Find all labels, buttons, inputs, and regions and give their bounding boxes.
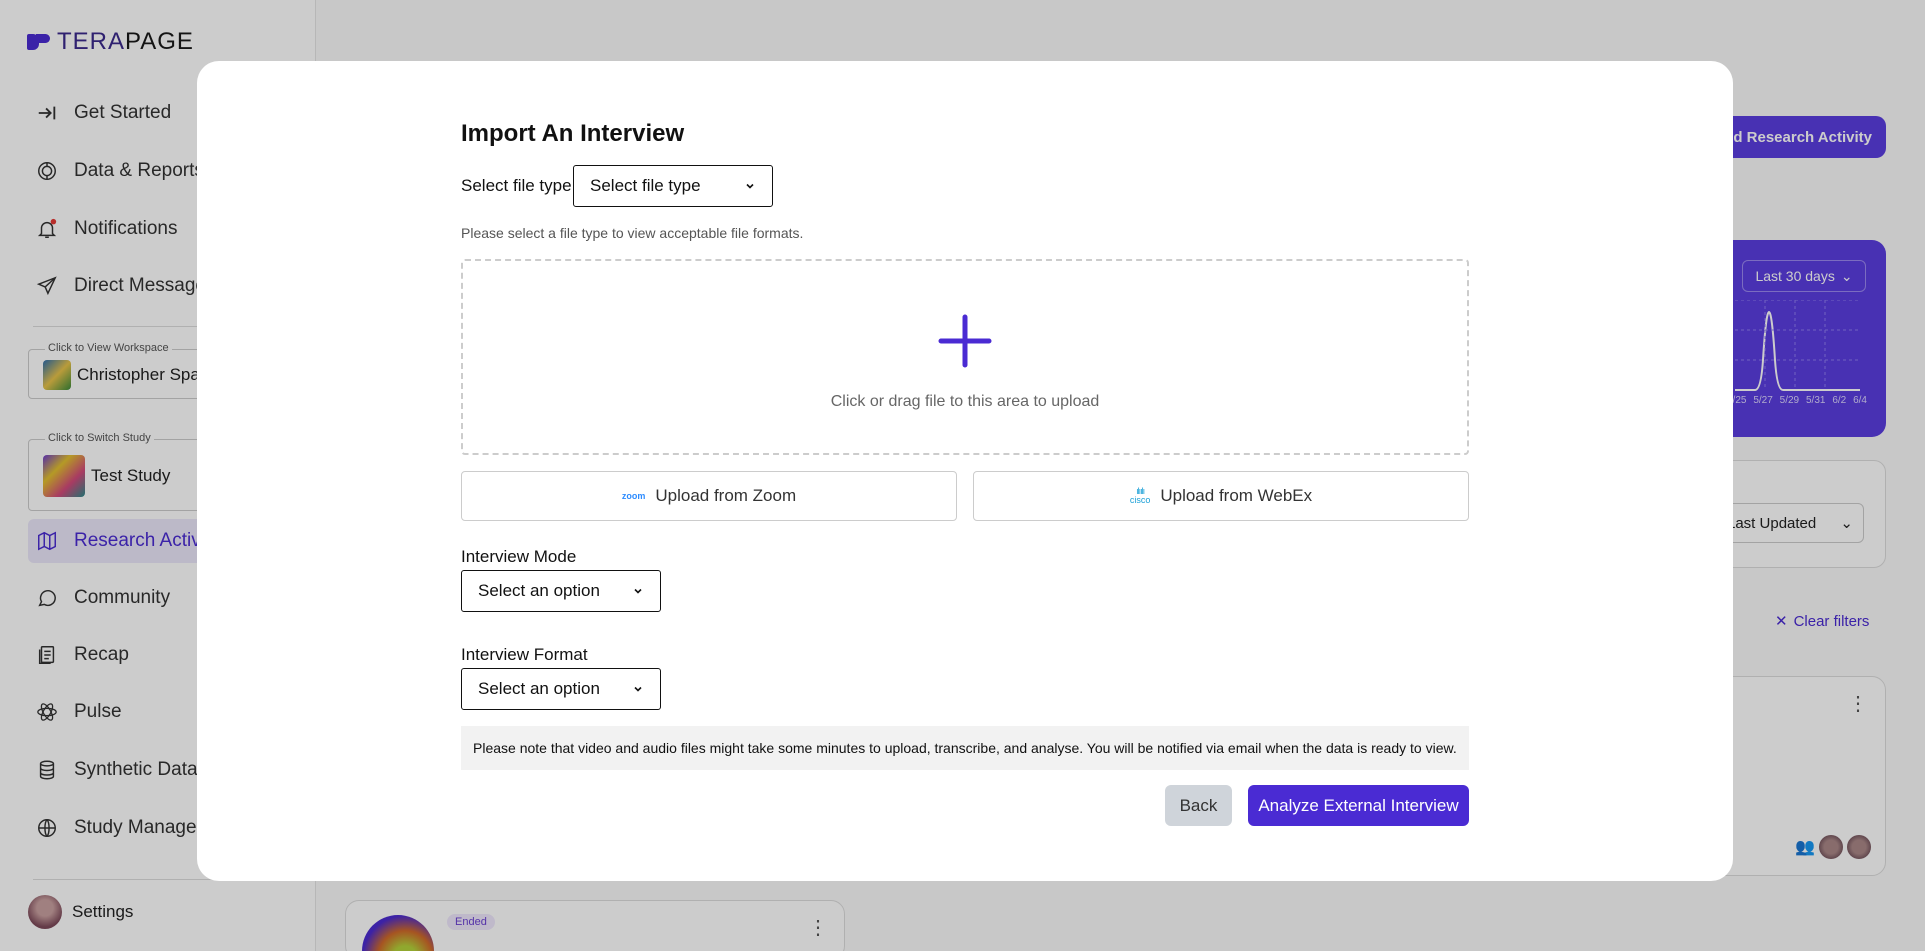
chevron-down-icon: [746, 183, 754, 189]
upload-from-zoom-button[interactable]: zoom Upload from Zoom: [461, 471, 957, 521]
file-type-hint: Please select a file type to view accept…: [461, 225, 804, 241]
back-button[interactable]: Back: [1165, 785, 1232, 826]
processing-note: Please note that video and audio files m…: [461, 726, 1469, 770]
dropzone-text: Click or drag file to this area to uploa…: [830, 393, 1100, 410]
chevron-down-icon: [634, 588, 642, 594]
webex-logo-icon: ılıılı cisco: [1129, 486, 1151, 505]
interview-format-value: Select an option: [478, 679, 600, 698]
analyze-button-label: Analyze External Interview: [1258, 795, 1459, 815]
modal-title: Import An Interview: [461, 120, 685, 147]
cisco-logo-text: cisco: [1129, 495, 1151, 505]
back-button-label: Back: [1179, 795, 1218, 815]
analyze-external-interview-button[interactable]: Analyze External Interview: [1248, 785, 1469, 826]
file-type-label: Select file type: [461, 176, 572, 195]
interview-format-label: Interview Format: [461, 645, 588, 664]
chevron-down-icon: [634, 686, 642, 692]
interview-mode-label: Interview Mode: [461, 547, 577, 566]
processing-note-text: Please note that video and audio files m…: [473, 740, 1457, 756]
upload-from-zoom-label: Upload from Zoom: [655, 486, 797, 505]
file-dropzone[interactable]: Click or drag file to this area to uploa…: [461, 259, 1469, 455]
plus-icon: [938, 314, 992, 368]
file-type-value: Select file type: [590, 176, 701, 195]
upload-from-webex-label: Upload from WebEx: [1160, 486, 1313, 505]
upload-from-webex-button[interactable]: ılıılı cisco Upload from WebEx: [973, 471, 1469, 521]
zoom-logo-icon: zoom: [621, 491, 646, 501]
file-type-select[interactable]: Select file type: [573, 165, 773, 207]
interview-format-select[interactable]: Select an option: [461, 668, 661, 710]
interview-mode-value: Select an option: [478, 581, 600, 600]
interview-mode-select[interactable]: Select an option: [461, 570, 661, 612]
